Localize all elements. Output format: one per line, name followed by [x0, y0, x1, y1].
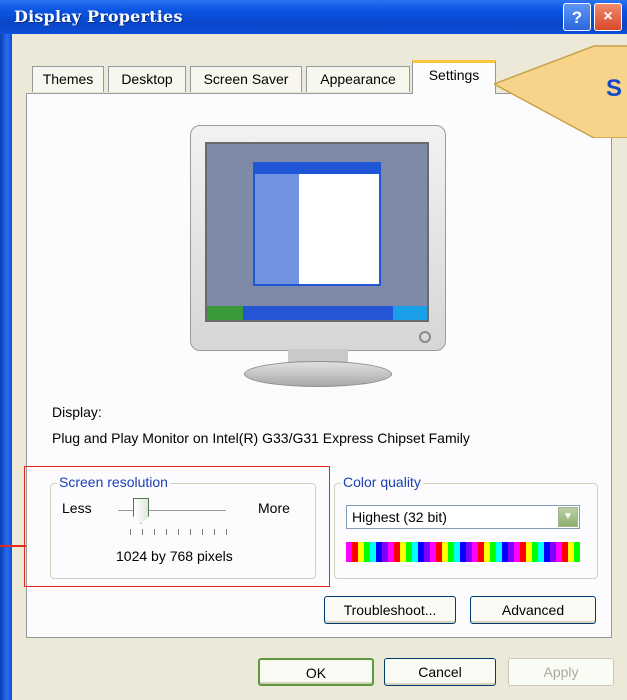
- help-button[interactable]: ?: [563, 3, 591, 31]
- monitor-illustration: [190, 125, 450, 395]
- chevron-down-icon[interactable]: ▼: [558, 507, 578, 527]
- tab-label: Screen Saver: [203, 71, 289, 87]
- close-button[interactable]: ×: [594, 3, 622, 31]
- cancel-button[interactable]: Cancel: [384, 658, 496, 686]
- color-quality-value: Highest (32 bit): [352, 509, 447, 525]
- tab-label: Settings: [428, 67, 480, 83]
- window-edge: [0, 0, 12, 700]
- tab-settings[interactable]: Settings: [412, 60, 496, 94]
- tab-label: Themes: [42, 71, 94, 87]
- monitor-stand: [244, 361, 392, 387]
- tab-label: Appearance: [320, 71, 396, 87]
- ok-button[interactable]: OK: [258, 658, 374, 686]
- highlight-connector: [0, 545, 26, 547]
- monitor-screen: [205, 142, 429, 322]
- color-quality-group: Color quality: [334, 474, 598, 579]
- color-spectrum-bar: [346, 542, 580, 562]
- callout-text: S: [606, 75, 623, 102]
- color-quality-label: Color quality: [341, 474, 423, 490]
- tab-desktop[interactable]: Desktop: [108, 66, 186, 92]
- tab-label: Desktop: [121, 71, 173, 87]
- tab-themes[interactable]: Themes: [32, 66, 104, 92]
- highlight-box: [24, 466, 330, 587]
- monitor-name: Plug and Play Monitor on Intel(R) G33/G3…: [52, 430, 470, 446]
- advanced-button[interactable]: Advanced: [470, 596, 596, 624]
- monitor-shell: [190, 125, 446, 351]
- display-label: Display:: [52, 404, 102, 420]
- tab-screen-saver[interactable]: Screen Saver: [190, 66, 302, 92]
- mini-start-button: [207, 306, 243, 320]
- color-quality-select[interactable]: Highest (32 bit) ▼: [346, 505, 580, 529]
- apply-button: Apply: [508, 658, 614, 686]
- window-title: Display Properties: [14, 7, 183, 26]
- tab-appearance[interactable]: Appearance: [306, 66, 410, 92]
- power-icon: [419, 331, 431, 343]
- troubleshoot-button[interactable]: Troubleshoot...: [324, 596, 456, 624]
- mini-tray: [393, 306, 427, 320]
- mini-window-image: [253, 162, 381, 286]
